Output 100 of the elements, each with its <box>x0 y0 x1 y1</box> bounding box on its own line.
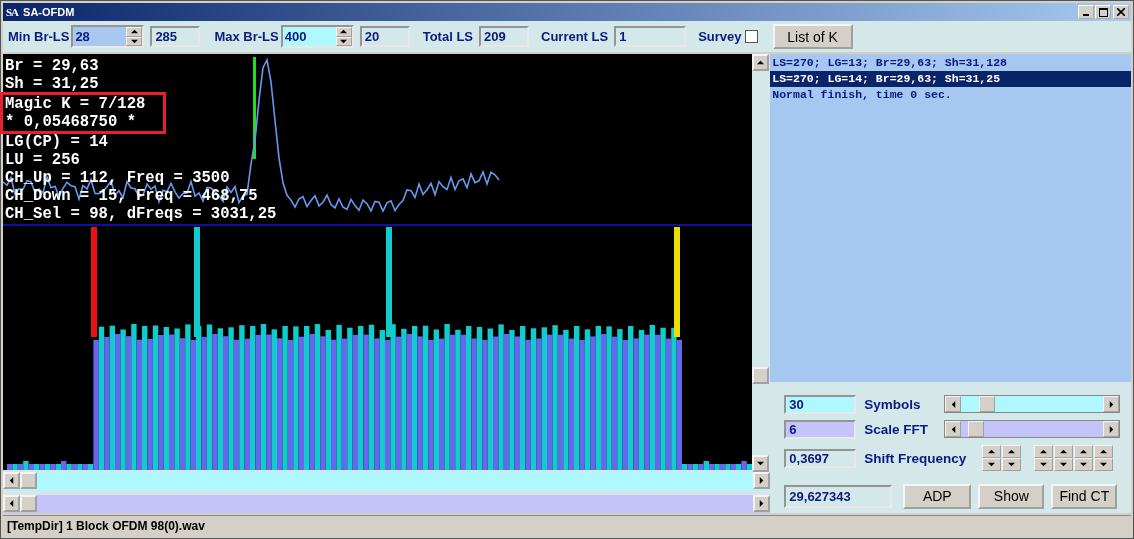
left-arrow-icon <box>949 400 957 408</box>
action-button[interactable]: Show <box>978 483 1045 509</box>
value-field[interactable]: 0,3697 <box>784 448 857 468</box>
scrollbar[interactable] <box>3 472 770 490</box>
slider-right-button[interactable] <box>1103 421 1120 437</box>
up-arrow-icon <box>130 28 138 36</box>
checkbox-label: Survey <box>698 29 742 44</box>
plot-text: LU = 256 <box>5 151 81 169</box>
spin-up-button[interactable] <box>1094 445 1114 458</box>
scrollbar[interactable] <box>3 495 770 513</box>
action-button[interactable]: ADP <box>903 483 972 509</box>
slider-left-button[interactable] <box>945 421 962 437</box>
readout-field: 1 <box>614 26 687 47</box>
slider-right-button[interactable] <box>1103 396 1120 412</box>
spin-box[interactable]: 400 <box>280 25 354 48</box>
window-title: SA-OFDM <box>23 6 76 18</box>
spin-box[interactable]: 28 <box>71 25 145 48</box>
readout-field: 209 <box>479 26 529 47</box>
scroll-thumb[interactable] <box>20 495 37 512</box>
plot-text: CH_Sel = 98, dFreqs = 3031,25 <box>5 205 277 223</box>
maximize-button[interactable] <box>1095 5 1111 19</box>
slider[interactable] <box>944 420 1121 438</box>
value-field[interactable]: 6 <box>784 419 857 439</box>
right-arrow-icon <box>758 500 765 507</box>
down-arrow-icon <box>1008 461 1016 468</box>
close-icon <box>1117 8 1125 16</box>
down-arrow-icon <box>1040 461 1048 468</box>
scroll-thumb[interactable] <box>20 472 37 489</box>
plot-text: Br = 29,63 <box>5 57 100 75</box>
spin-up-button[interactable] <box>1034 445 1054 458</box>
spin-down-button[interactable] <box>1094 458 1114 471</box>
spin-down-button[interactable] <box>126 36 143 46</box>
scroll-down-button[interactable] <box>752 455 769 472</box>
up-arrow-icon <box>1100 448 1108 455</box>
result-item[interactable]: LS=270; LG=14; Br=29,63; Sh=31,25 <box>770 71 1131 87</box>
field-label: Total LS <box>422 29 473 44</box>
up-arrow-icon <box>1008 448 1016 455</box>
field-label: Min Br-LS <box>8 29 70 44</box>
down-arrow-icon <box>1100 461 1108 468</box>
result-item[interactable]: LS=270; LG=13; Br=29,63; Sh=31,128 <box>770 55 1131 71</box>
left-arrow-icon <box>8 477 15 484</box>
plot-text: Magic K = 7/128 <box>5 95 147 113</box>
left-arrow-icon <box>949 425 957 433</box>
field-label: Shift Frequency <box>864 450 968 466</box>
right-arrow-icon <box>1107 400 1115 408</box>
close-button[interactable] <box>1113 5 1129 19</box>
up-arrow-icon <box>1040 448 1048 455</box>
slider-thumb[interactable] <box>967 421 984 437</box>
spin-down-button[interactable] <box>1074 458 1094 471</box>
scroll-left-button[interactable] <box>3 495 20 512</box>
result-field[interactable]: 29,627343 <box>784 484 893 508</box>
value-field[interactable]: 30 <box>784 394 857 414</box>
plot-text: * 0,05468750 * <box>5 113 137 131</box>
scroll-right-button[interactable] <box>753 495 770 512</box>
field-label: Scale FFT <box>864 421 930 437</box>
right-arrow-icon <box>758 477 765 484</box>
list-of-k-button[interactable]: List of K <box>772 24 853 49</box>
spin-up-button[interactable] <box>126 27 143 37</box>
plot-text: Sh = 31,25 <box>5 75 100 93</box>
plot-text: CH_Up = 112, Freq = 3500 <box>5 169 231 187</box>
left-arrow-icon <box>8 500 15 507</box>
spin-down-button[interactable] <box>1054 458 1074 471</box>
slider-thumb[interactable] <box>978 396 995 412</box>
down-arrow-icon <box>1080 461 1088 468</box>
field-label: Max Br-LS <box>214 29 279 44</box>
minimize-button[interactable] <box>1078 5 1094 19</box>
spin-up-button[interactable] <box>1002 445 1022 458</box>
field-label: Current LS <box>541 29 609 44</box>
plot-text: LG(CP) = 14 <box>5 133 109 151</box>
down-arrow-icon <box>1060 461 1068 468</box>
app-icon: SA <box>5 6 20 18</box>
action-button[interactable]: Find CT <box>1051 483 1118 509</box>
spin-up-button[interactable] <box>1074 445 1094 458</box>
right-arrow-icon <box>1107 425 1115 433</box>
up-arrow-icon <box>340 28 348 36</box>
field-label: Symbols <box>864 396 922 412</box>
spin-up-button[interactable] <box>335 27 352 37</box>
up-arrow-icon <box>1060 448 1068 455</box>
spin-up-button[interactable] <box>1054 445 1074 458</box>
scroll-left-button[interactable] <box>3 472 20 489</box>
readout-field: 20 <box>359 26 410 47</box>
survey-checkbox[interactable] <box>744 30 758 43</box>
up-arrow-icon <box>988 448 996 455</box>
up-arrow-icon <box>1080 448 1088 455</box>
spin-down-button[interactable] <box>335 36 352 46</box>
scroll-up-button[interactable] <box>752 54 769 71</box>
scrollbar[interactable] <box>752 54 770 472</box>
spin-up-button[interactable] <box>982 445 1002 458</box>
down-arrow-icon <box>130 37 138 45</box>
slider-left-button[interactable] <box>945 396 962 412</box>
spin-down-button[interactable] <box>1034 458 1054 471</box>
spin-down-button[interactable] <box>1002 458 1022 471</box>
slider[interactable] <box>944 395 1121 413</box>
down-arrow-icon <box>988 461 996 468</box>
scroll-right-button[interactable] <box>753 472 770 489</box>
maximize-icon <box>1098 7 1108 17</box>
spin-down-button[interactable] <box>982 458 1002 471</box>
down-arrow-icon <box>757 460 764 467</box>
result-item[interactable]: Normal finish, time 0 sec. <box>770 87 1131 103</box>
scroll-thumb[interactable] <box>752 367 769 384</box>
